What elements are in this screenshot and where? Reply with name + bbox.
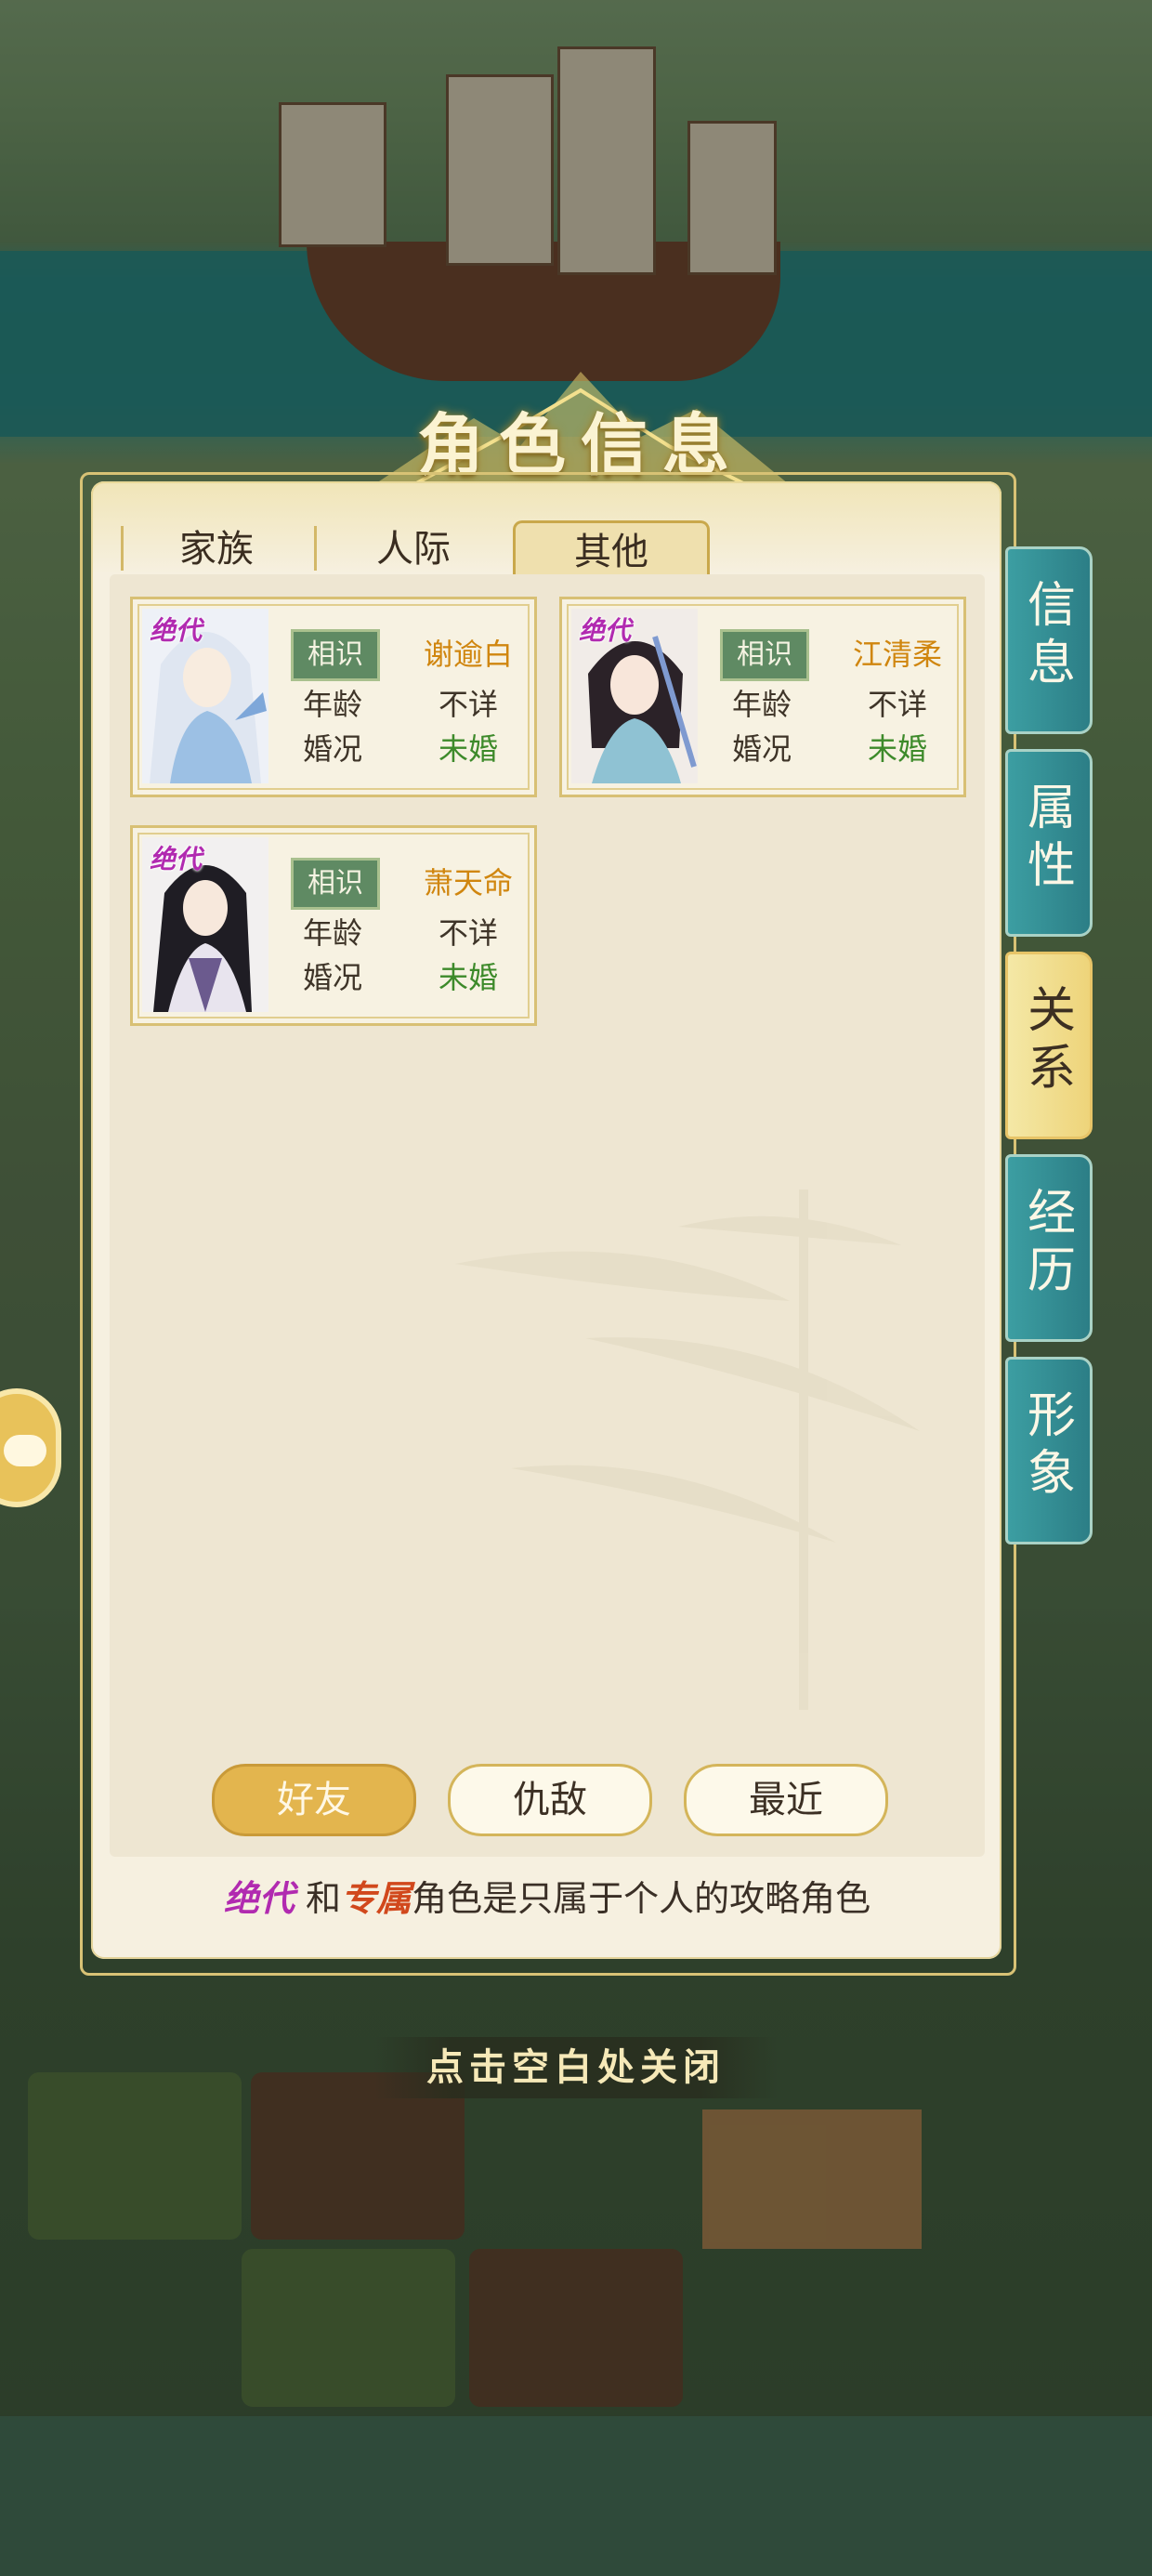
- marriage-label: 婚况: [302, 731, 362, 767]
- quality-label-exclusive: 专属: [341, 1877, 412, 1919]
- side-tab-label: 信息: [1027, 578, 1076, 691]
- tab-label: 其他: [574, 531, 648, 573]
- side-tab-label: 属性: [1027, 781, 1076, 894]
- age-value: 不详: [867, 687, 927, 722]
- character-name: 萧天命: [423, 865, 513, 900]
- side-tab-label: 关系: [1027, 983, 1076, 1097]
- bamboo-watermark-icon: [455, 1189, 920, 1710]
- character-name: 谢逾白: [423, 637, 513, 672]
- character-name: 江清柔: [852, 637, 942, 672]
- marriage-value: 未婚: [438, 960, 498, 995]
- exclusive-character-note: 绝代 和专属角色是只属于个人的攻略角色: [110, 1870, 985, 1921]
- tab-other[interactable]: 其他: [513, 520, 710, 575]
- character-card[interactable]: 绝代 相识 谢逾白 年龄 不详 婚况 未婚: [130, 597, 537, 797]
- quality-badge: 绝代: [150, 615, 203, 646]
- side-tab-appearance[interactable]: 形象: [1005, 1357, 1093, 1544]
- side-tab-label: 形象: [1027, 1388, 1076, 1502]
- age-value: 不详: [438, 687, 498, 722]
- character-portrait: 绝代: [142, 609, 268, 783]
- filter-enemies-button[interactable]: 仇敌: [448, 1764, 652, 1836]
- relation-tag: 相识: [291, 629, 380, 681]
- quality-label-peerless: 绝代: [223, 1877, 295, 1919]
- tab-label: 家族: [179, 528, 254, 571]
- relation-tag: 相识: [720, 629, 809, 681]
- side-tab-attributes[interactable]: 属性: [1005, 749, 1093, 937]
- character-portrait: 绝代: [571, 609, 698, 783]
- relation-tag: 相识: [291, 858, 380, 910]
- side-tab-info[interactable]: 信息: [1005, 546, 1093, 734]
- chat-button[interactable]: [0, 1388, 61, 1507]
- quality-badge: 绝代: [579, 615, 632, 646]
- age-value: 不详: [438, 915, 498, 951]
- note-join: 和: [306, 1878, 342, 1919]
- quality-badge: 绝代: [150, 844, 203, 874]
- filter-recent-button[interactable]: 最近: [684, 1764, 888, 1836]
- tab-social[interactable]: 人际: [314, 520, 509, 574]
- marriage-value: 未婚: [867, 731, 927, 767]
- character-card[interactable]: 绝代 相识 江清柔 年龄 不详 婚况 未婚: [559, 597, 966, 797]
- side-tab-relations[interactable]: 关系: [1005, 952, 1093, 1139]
- marriage-label: 婚况: [731, 731, 792, 767]
- tab-label: 人际: [376, 528, 451, 571]
- tab-divider: [314, 526, 317, 571]
- character-portrait: 绝代: [142, 837, 268, 1012]
- character-card[interactable]: 绝代 相识 萧天命 年龄 不详 婚况 未婚: [130, 825, 537, 1026]
- filter-friends-button[interactable]: 好友: [212, 1764, 416, 1836]
- side-tab-label: 经历: [1027, 1186, 1076, 1299]
- side-tab-history[interactable]: 经历: [1005, 1154, 1093, 1342]
- marriage-label: 婚况: [302, 960, 362, 995]
- close-hint[interactable]: 点击空白处关闭: [373, 2037, 779, 2098]
- chat-icon: [4, 1435, 46, 1466]
- tab-divider: [121, 526, 124, 571]
- note-text: 角色是只属于个人的攻略角色: [412, 1878, 871, 1919]
- tab-family[interactable]: 家族: [121, 520, 312, 574]
- age-label: 年龄: [302, 915, 362, 951]
- marriage-value: 未婚: [438, 731, 498, 767]
- age-label: 年龄: [731, 687, 792, 722]
- age-label: 年龄: [302, 687, 362, 722]
